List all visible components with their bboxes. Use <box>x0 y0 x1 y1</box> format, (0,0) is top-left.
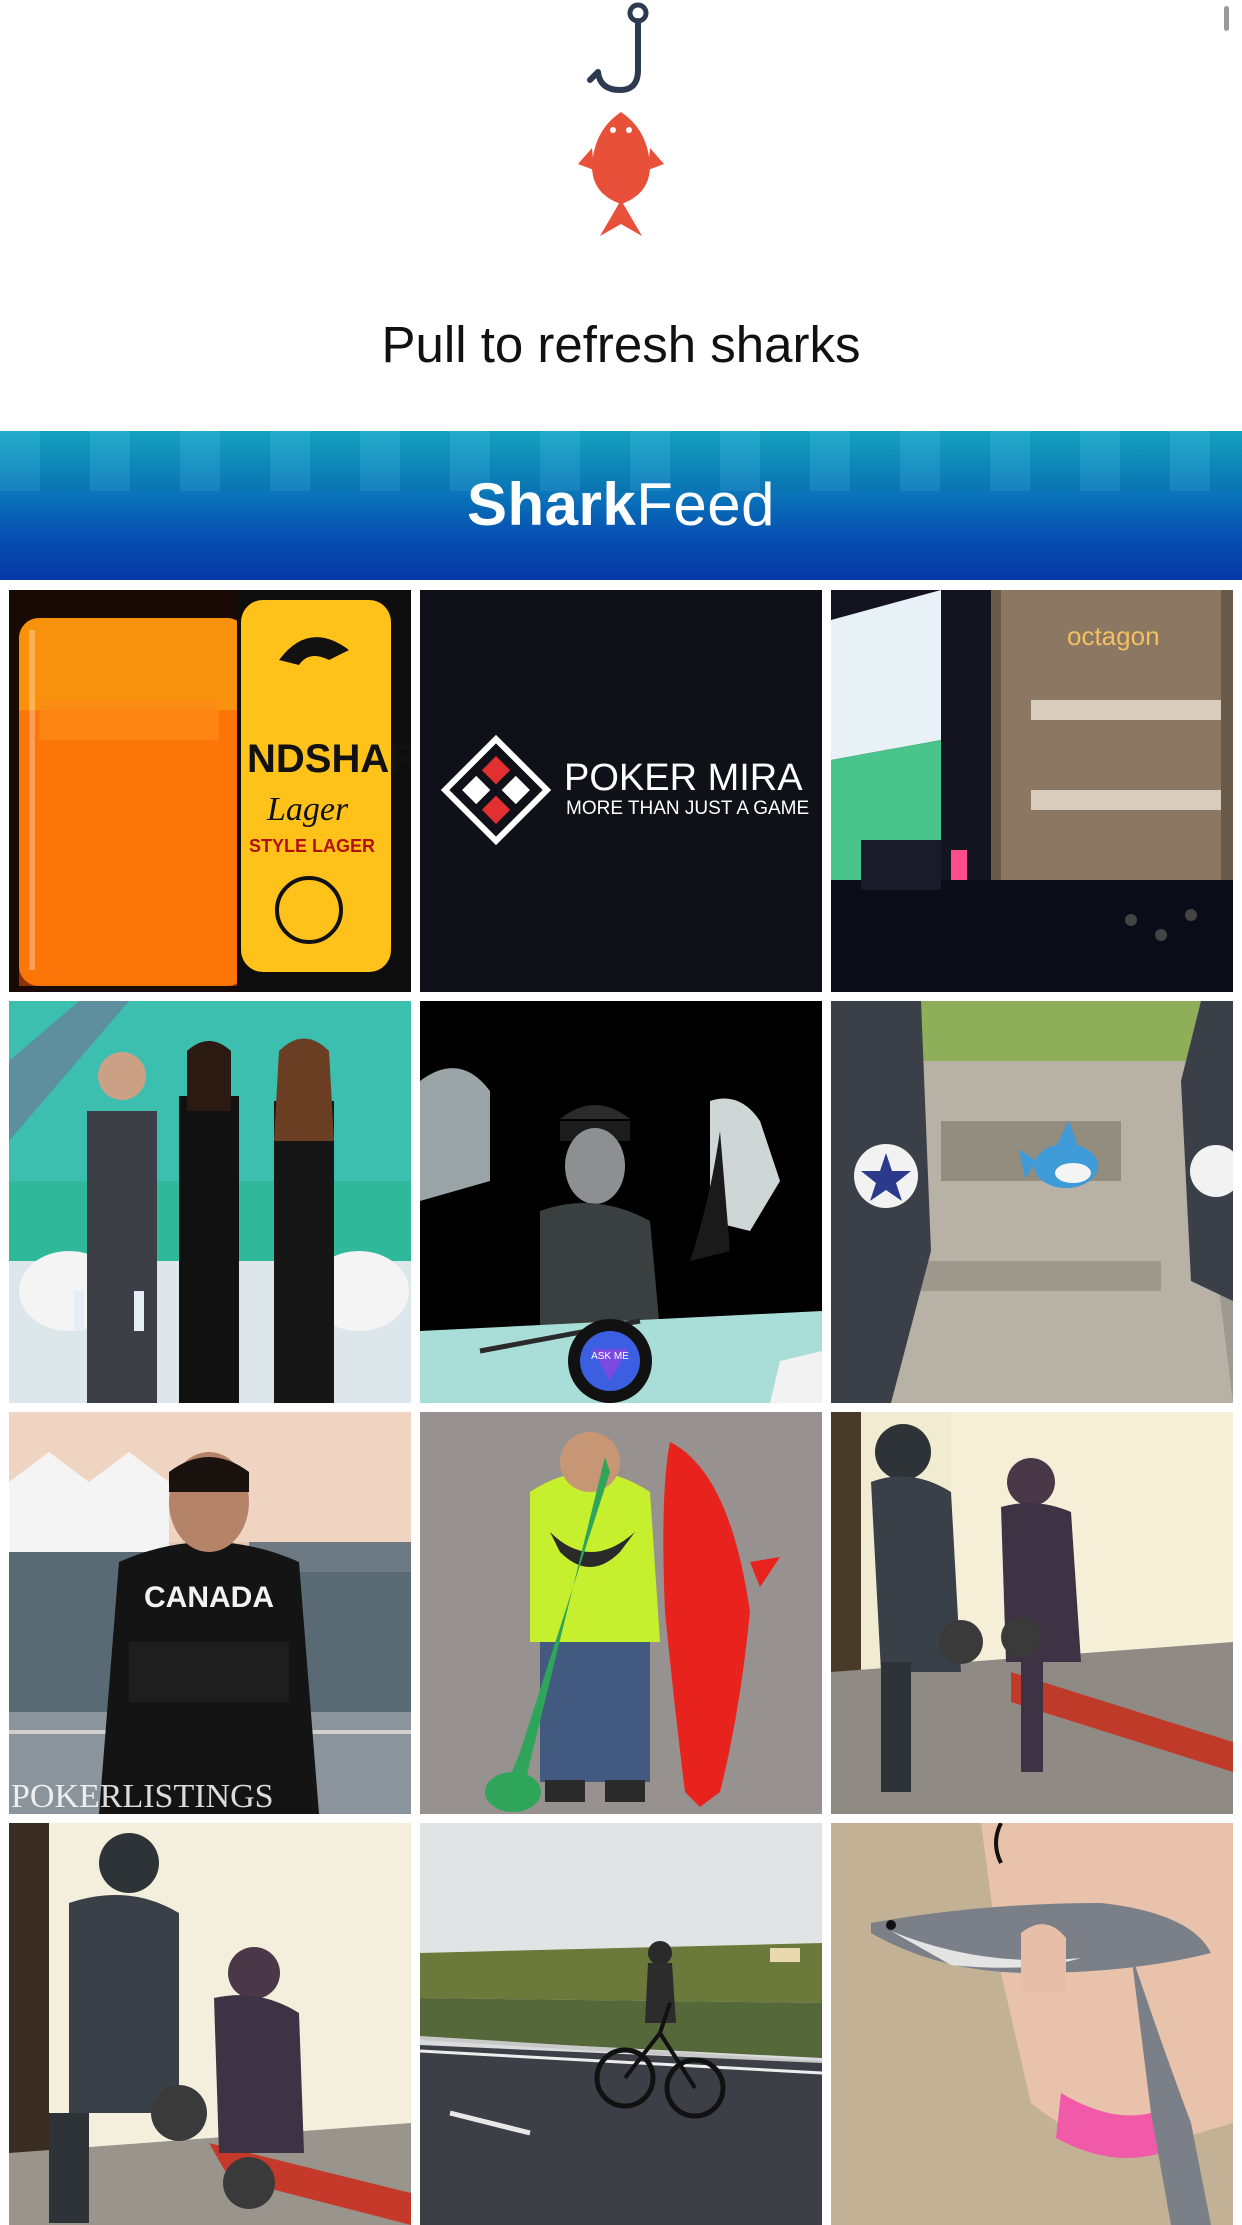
sharkfeed-header: SharkFeed <box>0 431 1242 580</box>
brand-bold: Shark <box>466 471 637 538</box>
octagon-sign: octagon <box>1067 621 1160 651</box>
photo-beer-landshark[interactable]: NDSHARK Lager STYLE LAGER <box>9 590 411 992</box>
refresh-label: Pull to refresh sharks <box>381 316 861 373</box>
pull-to-refresh-area[interactable]: Pull to refresh sharks <box>0 0 1242 431</box>
photo-poker-mira[interactable]: POKER MIRA MORE THAN JUST A GAME <box>420 590 822 992</box>
fishhook-icon <box>587 2 649 93</box>
photo-three-people-event[interactable] <box>9 1001 411 1403</box>
photo-cyclist-road[interactable] <box>420 1823 822 2225</box>
photo-octagon-conference[interactable]: octagon <box>831 590 1233 992</box>
photo-painted-statues-1[interactable] <box>831 1412 1233 1814</box>
scroll-indicator[interactable] <box>1224 6 1229 31</box>
brand-light: Feed <box>636 471 776 538</box>
app-logo: SharkFeed <box>0 469 1242 541</box>
beer-label-sub: Lager <box>266 791 349 828</box>
poker-subtitle: MORE THAN JUST A GAME <box>566 798 809 819</box>
photo-boy-inflatable-shark[interactable] <box>420 1412 822 1814</box>
photo-sneakers-plush-shark[interactable] <box>831 1001 1233 1403</box>
beer-label-note: STYLE LAGER <box>249 836 375 856</box>
pokerlistings-watermark: POKERLISTINGS <box>11 1778 274 1814</box>
magic-ball-text: ASK ME <box>591 1351 629 1362</box>
photo-child-holding-shark[interactable] <box>831 1823 1233 2225</box>
photo-pool-players-poster[interactable]: ASK ME <box>420 1001 822 1403</box>
poker-title: POKER MIRA <box>564 757 803 799</box>
fish-icon <box>578 112 664 236</box>
photo-painted-statues-2[interactable] <box>9 1823 411 2225</box>
photo-man-canada-hoodie[interactable]: CANADA POKERLISTINGS <box>9 1412 411 1814</box>
hoodie-text: CANADA <box>144 1581 274 1614</box>
beer-label-text: NDSHARK <box>247 737 411 781</box>
